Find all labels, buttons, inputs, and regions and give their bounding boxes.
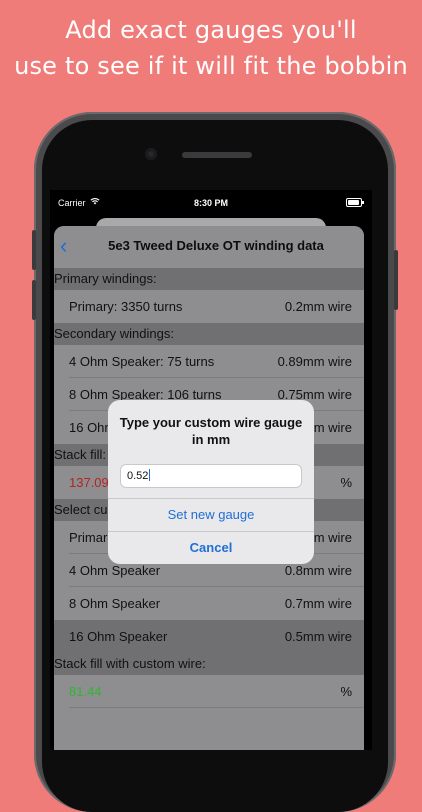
alert-title-line-1: Type your custom wire gauge xyxy=(119,415,303,430)
row-value: 0.5mm wire xyxy=(284,629,352,644)
section-header-stack-custom: Stack fill with custom wire: xyxy=(54,653,364,675)
row-label: 4 Ohm Speaker xyxy=(69,563,161,578)
alert-title: Type your custom wire gauge in mm xyxy=(108,414,314,448)
custom-gauge-alert: Type your custom wire gauge in mm 0.52 S… xyxy=(108,400,314,564)
stack-fill-value: 137.09 xyxy=(69,475,109,490)
row-value: m wire xyxy=(313,530,352,545)
power-button xyxy=(394,250,398,310)
volume-button xyxy=(32,280,36,320)
row-stack-fill-custom: 81.44 % xyxy=(54,675,364,708)
row-secondary-4-ohm: 4 Ohm Speaker: 75 turns 0.89mm wire xyxy=(54,345,364,378)
percent-unit: % xyxy=(340,475,352,490)
status-bar: Carrier 8:30 PM xyxy=(50,190,372,216)
row-label: Primary: 3350 turns xyxy=(69,299,183,314)
row-custom-16-ohm[interactable]: 16 Ohm Speaker 0.5mm wire xyxy=(54,620,364,653)
row-value: 0.7mm wire xyxy=(284,596,352,611)
row-value: 0.8mm wire xyxy=(284,563,352,578)
alert-title-line-2: in mm xyxy=(191,432,231,447)
set-gauge-button[interactable]: Set new gauge xyxy=(108,498,314,531)
headline-line-1: Add exact gauges you'll xyxy=(65,16,357,44)
row-label: 8 Ohm Speaker xyxy=(69,596,161,611)
row-custom-8-ohm[interactable]: 8 Ohm Speaker 0.7mm wire xyxy=(54,587,364,620)
text-cursor xyxy=(149,469,151,481)
page-title: 5e3 Tweed Deluxe OT winding data xyxy=(108,238,324,253)
row-value: 0.2mm wire xyxy=(284,299,352,314)
battery-icon xyxy=(346,198,364,207)
row-label: 16 Ohm Speaker xyxy=(69,629,168,644)
row-label: Primar xyxy=(69,530,108,545)
navigation-bar: ‹ 5e3 Tweed Deluxe OT winding data xyxy=(54,226,364,266)
row-value: 0.89mm wire xyxy=(277,354,352,369)
percent-unit: % xyxy=(340,684,352,699)
row-value: m wire xyxy=(313,420,352,435)
cancel-button[interactable]: Cancel xyxy=(108,531,314,564)
volume-button xyxy=(32,230,36,270)
row-empty xyxy=(54,708,364,750)
row-label: 4 Ohm Speaker: 75 turns xyxy=(69,354,215,369)
row-primary: Primary: 3350 turns 0.2mm wire xyxy=(54,290,364,323)
earpiece-speaker xyxy=(182,152,252,158)
gauge-input-value: 0.52 xyxy=(127,470,149,482)
front-camera xyxy=(145,148,157,160)
status-time: 8:30 PM xyxy=(193,198,228,208)
section-header-primary: Primary windings: xyxy=(54,268,364,290)
gauge-input[interactable]: 0.52 xyxy=(120,464,302,488)
headline-line-2: use to see if it will fit the bobbin xyxy=(14,52,408,80)
section-header-secondary: Secondary windings: xyxy=(54,323,364,345)
stack-fill-custom-value: 81.44 xyxy=(69,684,102,699)
